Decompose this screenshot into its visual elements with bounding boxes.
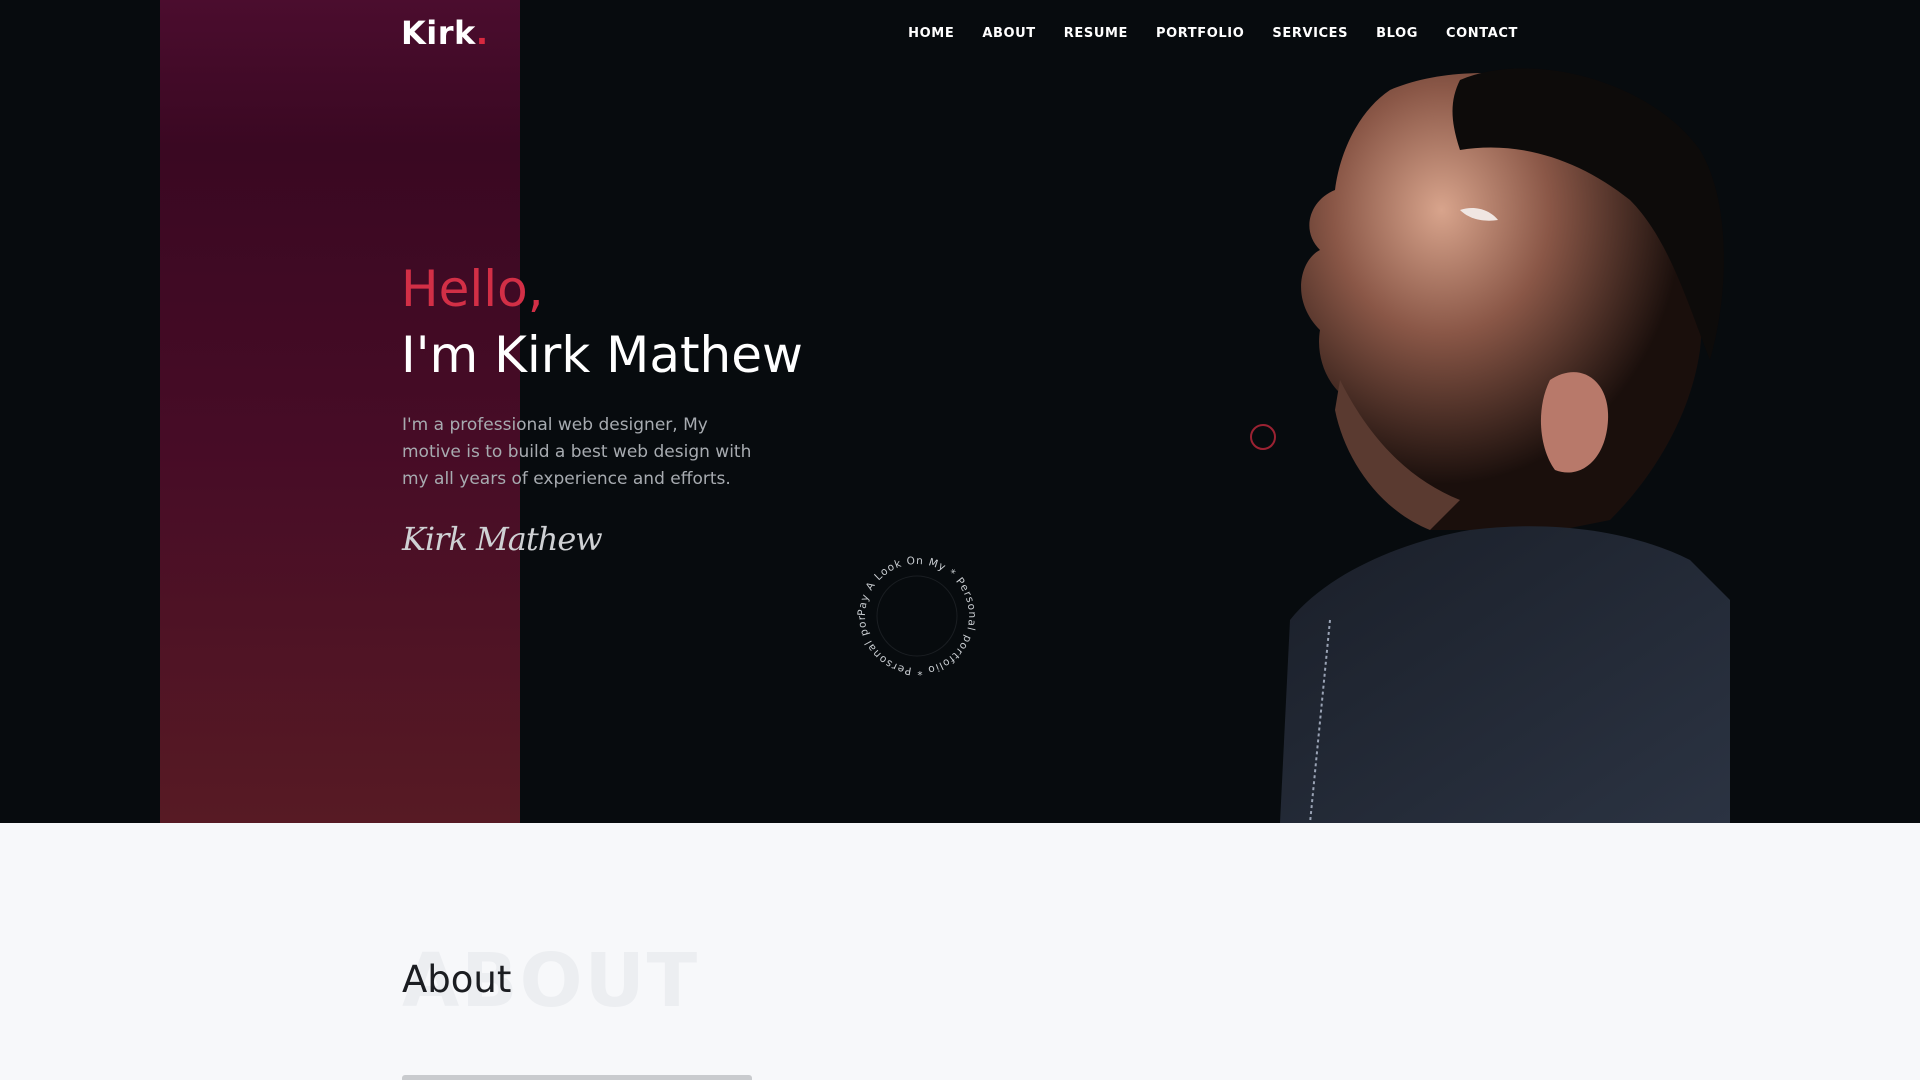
- nav-item-portfolio[interactable]: PORTFOLIO: [1156, 26, 1244, 41]
- navbar: Kirk. HOME ABOUT RESUME PORTFOLIO SERVIC…: [0, 0, 1920, 70]
- signature: Kirk Mathew: [402, 520, 603, 558]
- nav-item-resume[interactable]: RESUME: [1064, 26, 1128, 41]
- brand-logo[interactable]: Kirk.: [401, 14, 488, 52]
- nav-menu: HOME ABOUT RESUME PORTFOLIO SERVICES BLO…: [908, 26, 1518, 41]
- brand-name: Kirk: [401, 14, 476, 52]
- about-image: [402, 1075, 752, 1080]
- hero-greeting: Hello,: [401, 260, 544, 318]
- circle-text-path: Pay A Look On My * Personal portfolio * …: [848, 542, 977, 677]
- about-title: About: [402, 958, 512, 1001]
- nav-item-home[interactable]: HOME: [908, 26, 954, 41]
- nav-item-contact[interactable]: CONTACT: [1446, 26, 1518, 41]
- hero-portrait-image: [1130, 60, 1730, 823]
- rotating-circle-text: Pay A Look On My * Personal portfolio * …: [848, 542, 982, 681]
- hero-title: I'm Kirk Mathew: [401, 326, 803, 384]
- nav-item-services[interactable]: SERVICES: [1272, 26, 1348, 41]
- hero-section: Kirk. HOME ABOUT RESUME PORTFOLIO SERVIC…: [0, 0, 1920, 823]
- svg-text:Pay A Look On My * Personal po: Pay A Look On My * Personal portfolio * …: [852, 551, 978, 677]
- hero-description: I'm a professional web designer, My moti…: [402, 415, 752, 489]
- nav-item-blog[interactable]: BLOG: [1376, 26, 1418, 41]
- about-section: ABOUT About: [0, 823, 1920, 1080]
- brand-dot: .: [475, 14, 489, 52]
- nav-item-about[interactable]: ABOUT: [982, 26, 1035, 41]
